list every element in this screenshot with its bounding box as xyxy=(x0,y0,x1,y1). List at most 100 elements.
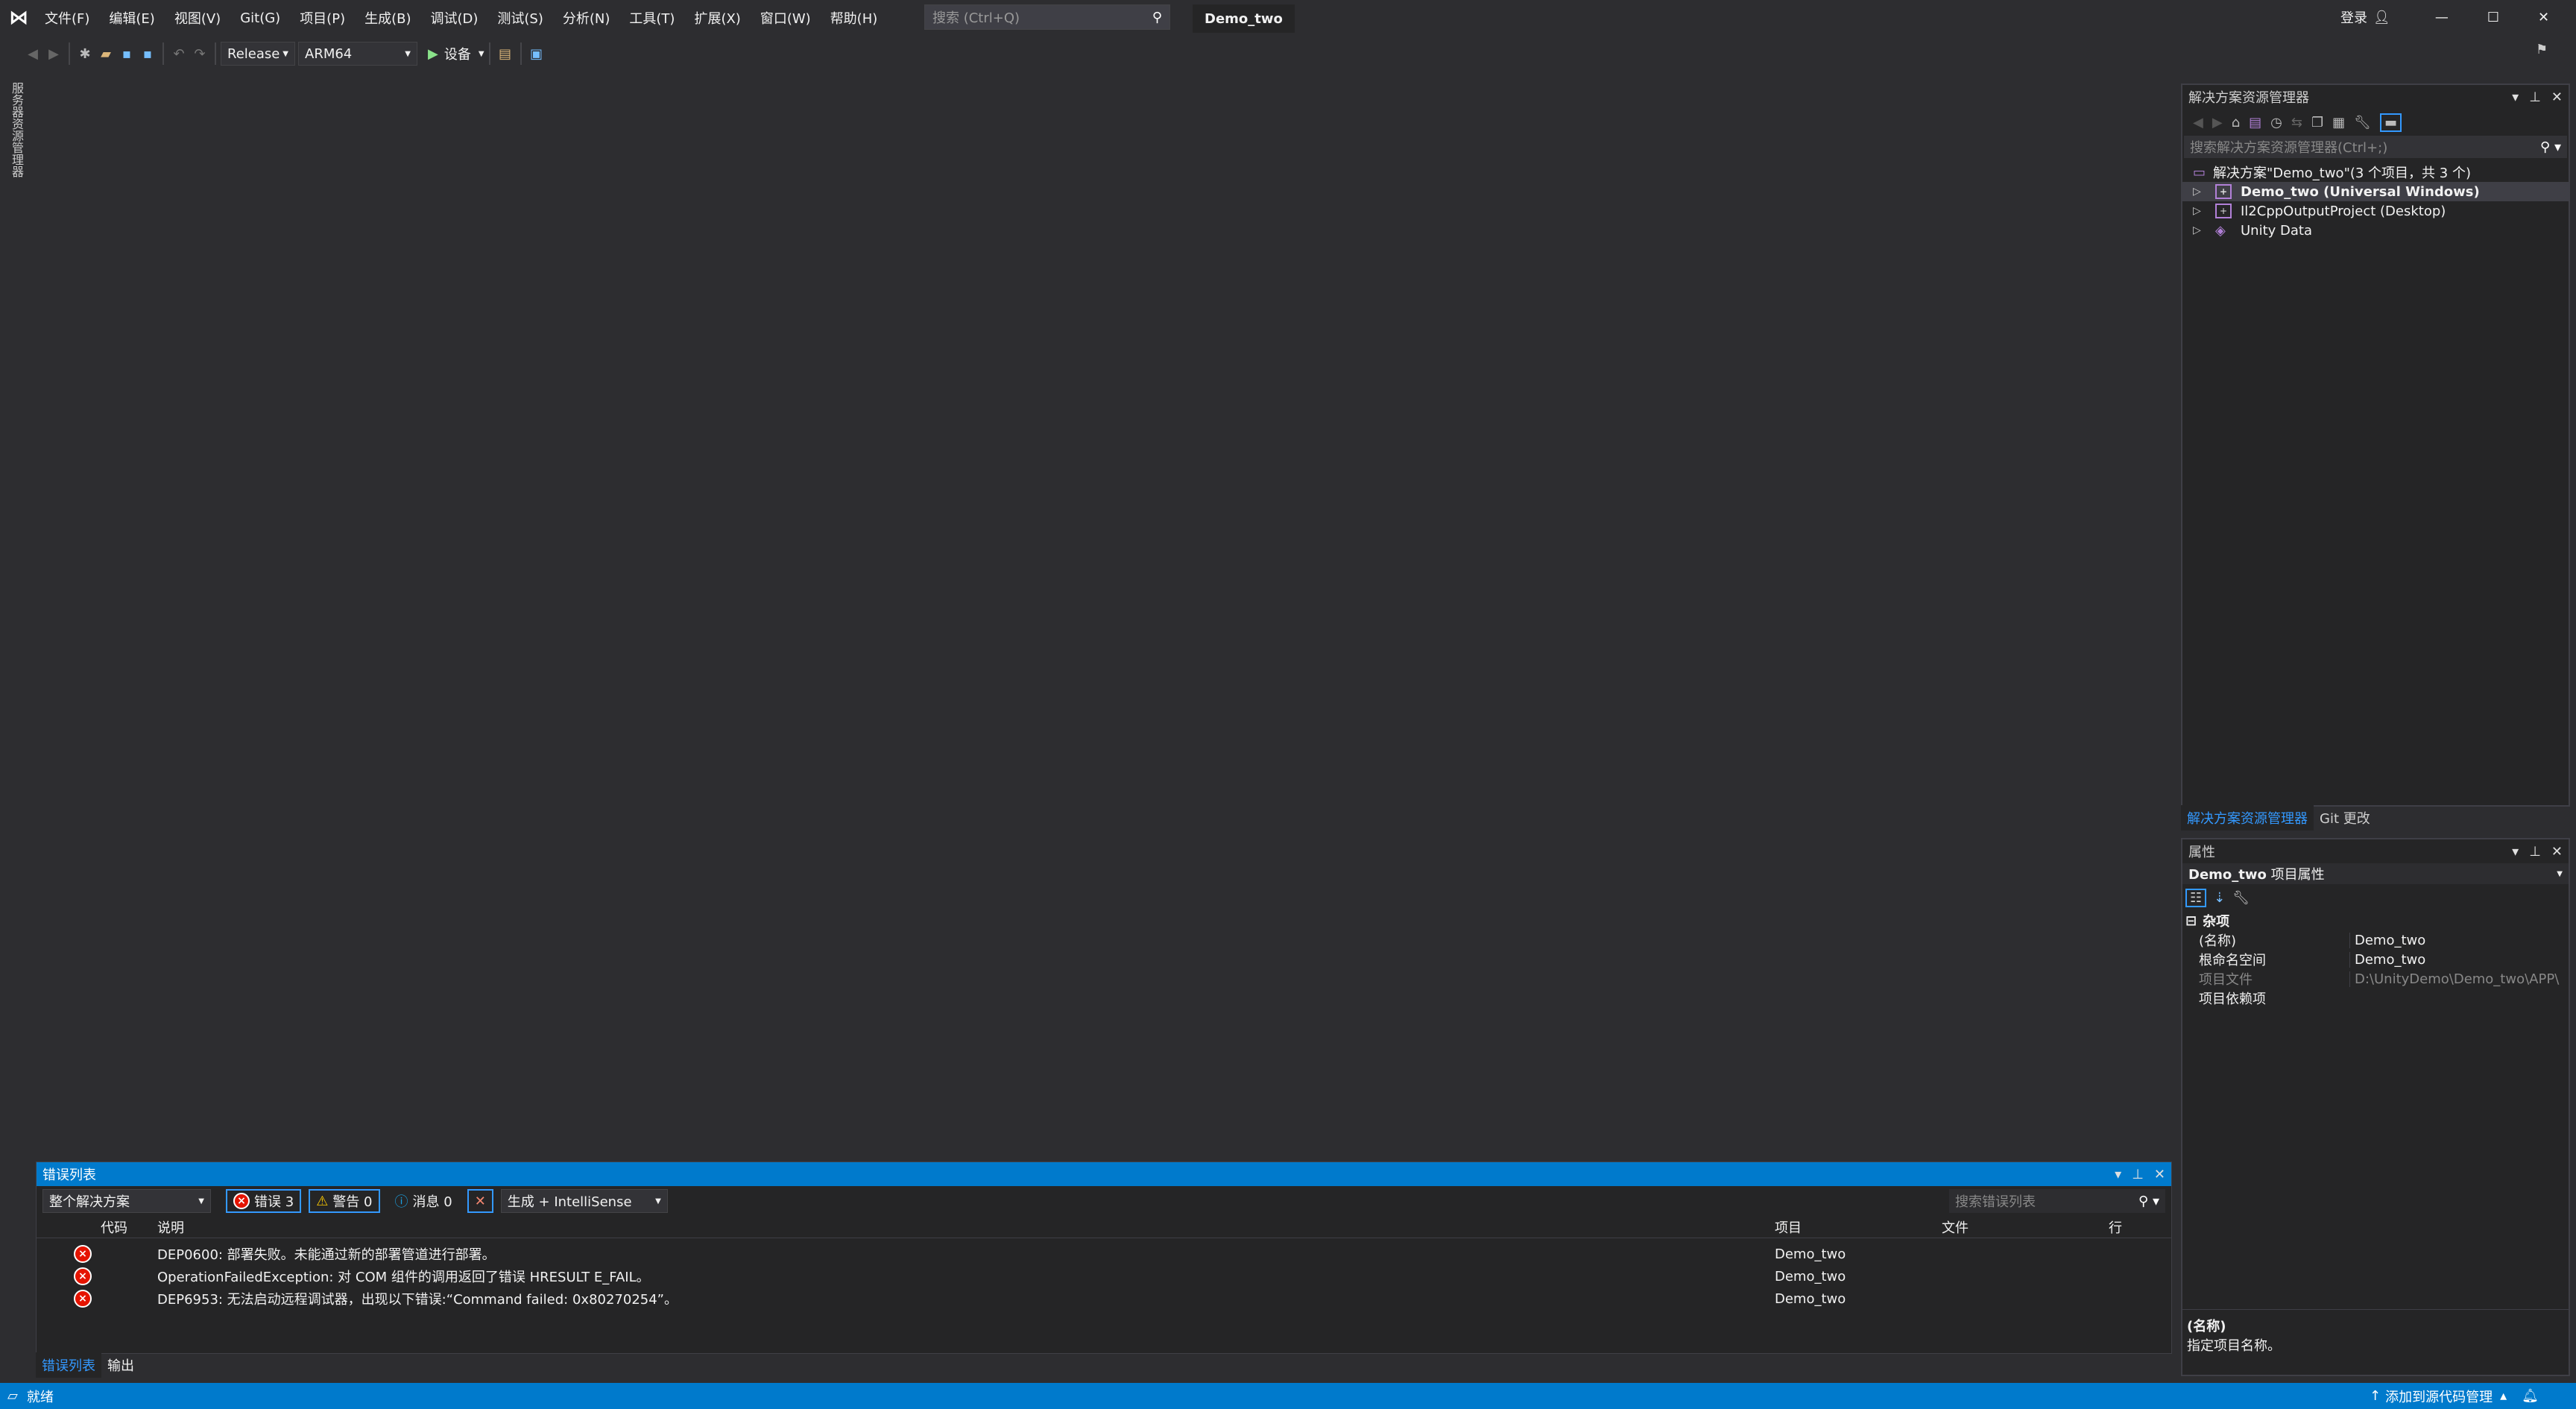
properties-icon[interactable]: 🔧︎ xyxy=(2354,115,2371,130)
menu-project[interactable]: 项目(P) xyxy=(300,8,345,28)
expand-icon[interactable]: ▷ xyxy=(2193,224,2215,236)
switch-views-icon[interactable]: ▤ xyxy=(2249,115,2261,130)
maximize-button[interactable]: ☐ xyxy=(2487,10,2499,25)
save-all-icon[interactable]: ▪ xyxy=(137,46,158,62)
menu-test[interactable]: 测试(S) xyxy=(497,8,543,28)
open-icon[interactable]: ▰ xyxy=(95,46,116,62)
menu-analyze[interactable]: 分析(N) xyxy=(563,8,610,28)
error-row[interactable]: × DEP0600: 部署失败。未能通过新的部署管道进行部署。 Demo_two xyxy=(37,1243,2171,1265)
tree-item-demo-two[interactable]: ▷ + Demo_two (Universal Windows) xyxy=(2182,182,2569,201)
tab-error-list[interactable]: 错误列表 xyxy=(36,1352,101,1378)
vs-logo-icon: ⋈ xyxy=(9,7,28,29)
column-file[interactable]: 文件 xyxy=(1942,1217,1969,1237)
home-icon[interactable]: ⌂ xyxy=(2232,115,2240,130)
property-value[interactable]: Demo_two xyxy=(2349,932,2569,948)
tree-item-il2cpp[interactable]: ▷ + Il2CppOutputProject (Desktop) xyxy=(2182,201,2569,221)
server-explorer-tab[interactable]: 服务器资源管理器 xyxy=(0,72,30,1384)
minimize-button[interactable]: — xyxy=(2435,10,2449,25)
preview-icon[interactable]: ▬ xyxy=(2379,113,2402,132)
pin-icon[interactable]: ⊥ xyxy=(2529,844,2541,860)
property-row[interactable]: 项目文件 D:\UnityDemo\Demo_two\APP\ xyxy=(2182,969,2569,989)
menu-help[interactable]: 帮助(H) xyxy=(830,8,878,28)
redo-icon[interactable]: ↷ xyxy=(189,46,210,62)
object-type: 项目属性 xyxy=(2270,867,2325,883)
back-icon[interactable]: ◀ xyxy=(22,46,43,62)
close-icon[interactable]: ✕ xyxy=(2551,89,2563,105)
notifications-icon[interactable]: 🔔︎ xyxy=(2522,1388,2539,1404)
menu-view[interactable]: 视图(V) xyxy=(174,8,221,28)
tree-item-unity-data[interactable]: ▷ ◈ Unity Data xyxy=(2182,221,2569,240)
show-all-files-icon[interactable]: ▦ xyxy=(2332,115,2345,130)
property-value[interactable]: D:\UnityDemo\Demo_two\APP\ xyxy=(2349,971,2569,987)
back-icon[interactable]: ◀ xyxy=(2193,115,2203,130)
collapse-icon[interactable]: ⊟ xyxy=(2185,913,2197,929)
undo-icon[interactable]: ↶ xyxy=(168,46,189,62)
warnings-filter-button[interactable]: ⚠ 警告 0 xyxy=(309,1189,380,1213)
play-icon: ▶ xyxy=(428,45,438,62)
error-search-input[interactable]: 搜索错误列表 ⚲ ▾ xyxy=(1949,1189,2165,1213)
login-link[interactable]: 登录 xyxy=(2340,7,2367,27)
close-button[interactable]: ✕ xyxy=(2538,10,2549,25)
messages-filter-button[interactable]: ⓘ 消息 0 xyxy=(388,1189,460,1213)
column-code[interactable]: 代码 xyxy=(101,1217,127,1237)
forward-icon[interactable]: ▶ xyxy=(2212,115,2223,130)
pin-icon[interactable]: ⊥ xyxy=(2132,1167,2144,1182)
menu-file[interactable]: 文件(F) xyxy=(45,8,89,28)
dropdown-icon[interactable]: ▾ xyxy=(2512,844,2519,860)
scope-dropdown[interactable]: 整个解决方案 ▼ xyxy=(42,1189,211,1213)
solution-node[interactable]: ▭ 解决方案"Demo_two"(3 个项目，共 3 个) xyxy=(2182,163,2569,182)
menu-edit[interactable]: 编辑(E) xyxy=(109,8,154,28)
solution-search-input[interactable]: 搜索解决方案资源管理器(Ctrl+;) ⚲ ▾ xyxy=(2184,136,2567,158)
pin-icon[interactable]: ⊥ xyxy=(2529,89,2541,105)
tab-output[interactable]: 输出 xyxy=(101,1352,140,1378)
pending-changes-icon[interactable]: ◷ xyxy=(2270,115,2282,130)
column-project[interactable]: 项目 xyxy=(1775,1217,1802,1237)
close-icon[interactable]: ✕ xyxy=(2551,844,2563,860)
column-line[interactable]: 行 xyxy=(2109,1217,2122,1237)
property-value[interactable]: Demo_two xyxy=(2349,951,2569,968)
menu-git[interactable]: Git(G) xyxy=(240,10,280,26)
sync-icon[interactable]: ⇆ xyxy=(2291,115,2302,130)
alphabetical-icon[interactable]: ⇣ xyxy=(2214,890,2225,906)
category-misc[interactable]: ⊟ 杂项 xyxy=(2182,911,2569,930)
properties-object-selector[interactable]: Demo_two 项目属性 ▼ xyxy=(2182,863,2569,884)
menu-tools[interactable]: 工具(T) xyxy=(629,8,675,28)
property-row[interactable]: 根命名空间 Demo_two xyxy=(2182,950,2569,969)
tab-solution-explorer[interactable]: 解决方案资源管理器 xyxy=(2181,805,2314,830)
error-project: Demo_two xyxy=(1775,1290,1846,1307)
menu-debug[interactable]: 调试(D) xyxy=(431,8,479,28)
forward-icon[interactable]: ▶ xyxy=(43,46,64,62)
menu-window[interactable]: 窗口(W) xyxy=(760,8,811,28)
expand-icon[interactable]: ▷ xyxy=(2193,186,2215,198)
platform-dropdown[interactable]: ARM64 ▼ xyxy=(298,42,417,66)
dropdown-icon[interactable]: ▾ xyxy=(2512,89,2519,105)
expand-icon[interactable]: ▷ xyxy=(2193,205,2215,217)
property-pages-icon[interactable]: 🔧︎ xyxy=(2232,890,2250,906)
menu-extensions[interactable]: 扩展(X) xyxy=(694,8,740,28)
tab-git-changes[interactable]: Git 更改 xyxy=(2314,805,2376,830)
run-button[interactable]: ▶ 设备 ▼ xyxy=(428,44,484,63)
device-preview-icon[interactable]: ▣ xyxy=(526,46,547,62)
categorized-icon[interactable]: ☷ xyxy=(2185,888,2207,907)
config-dropdown[interactable]: Release ▼ xyxy=(221,42,295,66)
collapse-all-icon[interactable]: ❐ xyxy=(2311,115,2323,130)
add-to-source-control-button[interactable]: 添加到源代码管理 xyxy=(2385,1387,2493,1406)
error-row[interactable]: × OperationFailedException: 对 COM 组件的调用返回… xyxy=(37,1265,2171,1287)
live-share-icon[interactable]: ⚑ xyxy=(2536,42,2548,57)
close-icon[interactable]: ✕ xyxy=(2154,1167,2165,1182)
error-row[interactable]: × DEP6953: 无法启动远程调试器，出现以下错误:“Command fail… xyxy=(37,1287,2171,1310)
column-description[interactable]: 说明 xyxy=(157,1217,184,1237)
find-in-files-icon[interactable]: ▤ xyxy=(495,46,516,62)
clear-filter-button[interactable]: ✕ xyxy=(467,1189,493,1213)
property-row[interactable]: 项目依赖项 xyxy=(2182,989,2569,1008)
search-input[interactable]: 搜索 (Ctrl+Q) ⚲ xyxy=(924,4,1170,30)
save-icon[interactable]: ▪ xyxy=(116,46,137,62)
errors-filter-button[interactable]: × 错误 3 xyxy=(226,1189,302,1213)
menu-build[interactable]: 生成(B) xyxy=(364,8,411,28)
dropdown-icon[interactable]: ▴ xyxy=(2500,1388,2507,1404)
property-row[interactable]: (名称) Demo_two xyxy=(2182,930,2569,950)
dropdown-icon[interactable]: ▾ xyxy=(2115,1167,2121,1182)
source-dropdown[interactable]: 生成 + IntelliSense ▼ xyxy=(500,1189,668,1213)
account-icon[interactable]: 👤︎ xyxy=(2373,10,2390,25)
new-project-icon[interactable]: ✱ xyxy=(75,46,95,62)
